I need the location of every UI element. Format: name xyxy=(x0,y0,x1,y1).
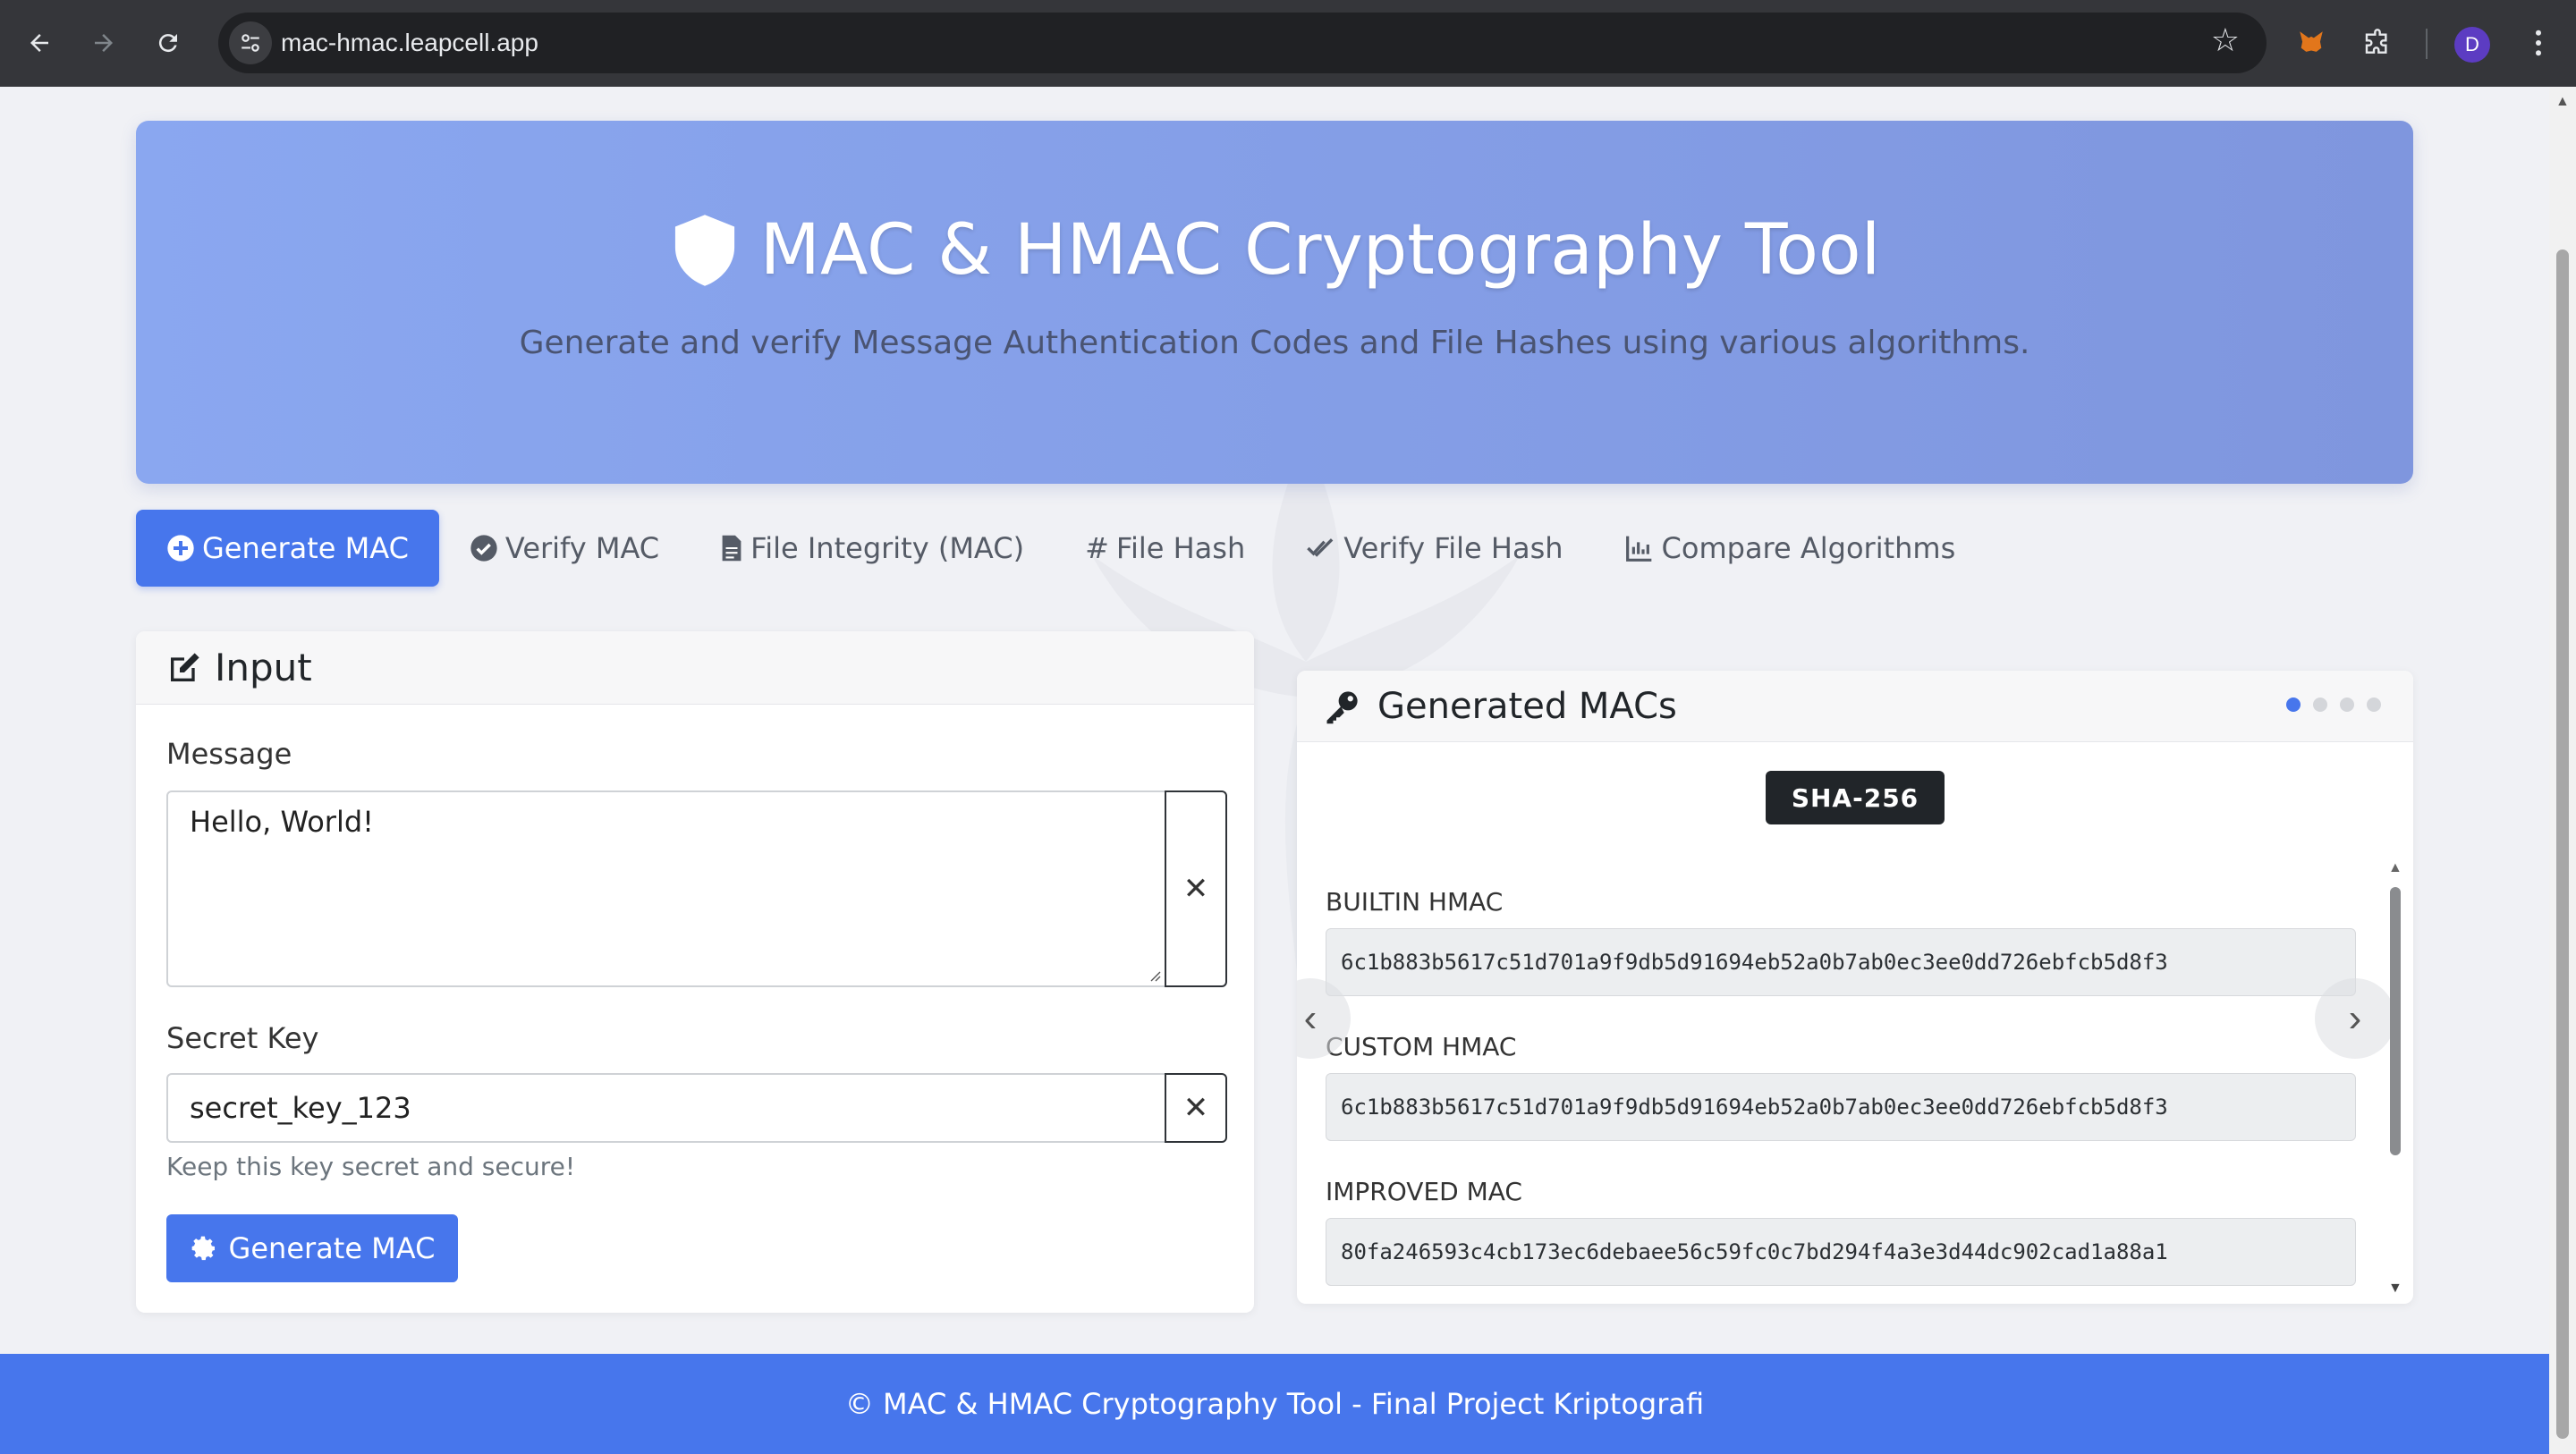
scroll-up-arrow-icon[interactable]: ▲ xyxy=(2555,94,2570,110)
secret-key-value: secret_key_123 xyxy=(190,1091,411,1125)
generated-macs-card: Generated MACs SHA-256 BUILTIN HMAC 6c1b… xyxy=(1297,671,2413,1304)
mac-result-text: 6c1b883b5617c51d701a9f9db5d91694eb52a0b7… xyxy=(1341,950,2168,975)
carousel-dot[interactable] xyxy=(2313,697,2327,712)
mac-result-value[interactable]: 6c1b883b5617c51d701a9f9db5d91694eb52a0b7… xyxy=(1326,1073,2356,1141)
toolbar-divider xyxy=(2426,29,2428,59)
address-bar[interactable]: mac-hmac.leapcell.app ☆ xyxy=(218,13,2267,73)
gear-icon xyxy=(191,1236,215,1261)
reload-icon[interactable] xyxy=(147,21,190,64)
tab-label: Generate MAC xyxy=(202,531,409,565)
plus-circle-icon xyxy=(167,535,194,562)
carousel-dot[interactable] xyxy=(2286,697,2301,712)
page-scrollbar[interactable]: ▲ xyxy=(2549,87,2576,1454)
page-subtitle: Generate and verify Message Authenticati… xyxy=(519,325,2030,361)
browser-toolbar: mac-hmac.leapcell.app ☆ D xyxy=(0,0,2576,87)
carousel-dot[interactable] xyxy=(2367,697,2381,712)
hero-banner: MAC & HMAC Cryptography Tool Generate an… xyxy=(136,121,2413,484)
forward-arrow-icon[interactable] xyxy=(82,21,125,64)
mac-result-label: IMPROVED MAC xyxy=(1326,1177,1522,1206)
secret-key-hint: Keep this key secret and secure! xyxy=(166,1152,576,1181)
results-scrollbar[interactable]: ▲ ▼ xyxy=(2386,860,2404,1297)
message-label: Message xyxy=(166,737,292,771)
bookmark-star-icon[interactable]: ☆ xyxy=(2211,21,2240,59)
carousel-dot[interactable] xyxy=(2340,697,2354,712)
message-textarea[interactable]: Hello, World! xyxy=(166,790,1166,987)
metamask-fox-icon[interactable] xyxy=(2292,23,2331,63)
tab-label: Compare Algorithms xyxy=(1661,531,1956,565)
message-value: Hello, World! xyxy=(190,805,374,839)
mac-result-value[interactable]: 80fa246593c4cb173ec6debaee56c59fc0c7bd29… xyxy=(1326,1218,2356,1286)
double-check-icon xyxy=(1307,538,1334,557)
chevron-right-icon: › xyxy=(2348,996,2362,1040)
tab-label: Verify MAC xyxy=(504,531,660,565)
edit-icon xyxy=(171,652,199,681)
mac-result-label: BUILTIN HMAC xyxy=(1326,887,1504,917)
chevron-left-icon: ‹ xyxy=(1303,996,1318,1040)
resize-handle-icon[interactable] xyxy=(1148,969,1161,982)
clear-message-button[interactable]: ✕ xyxy=(1165,790,1227,987)
browser-menu-icon[interactable] xyxy=(2519,23,2558,63)
back-arrow-icon[interactable] xyxy=(18,21,61,64)
close-icon: ✕ xyxy=(1182,1091,1209,1125)
site-settings-icon[interactable] xyxy=(229,21,272,64)
chart-icon xyxy=(1625,536,1651,562)
mac-result-text: 6c1b883b5617c51d701a9f9db5d91694eb52a0b7… xyxy=(1341,1095,2168,1120)
url-text: mac-hmac.leapcell.app xyxy=(281,29,538,56)
carousel-next-button[interactable]: › xyxy=(2315,978,2395,1059)
tab-label: File Hash xyxy=(1115,531,1246,565)
footer-text: © MAC & HMAC Cryptography Tool - Final P… xyxy=(844,1387,1705,1421)
tab-verify-file-hash[interactable]: Verify File Hash xyxy=(1275,510,1593,587)
close-icon: ✕ xyxy=(1182,872,1209,906)
extensions-puzzle-icon[interactable] xyxy=(2358,23,2397,63)
input-card: Input Message Hello, World! ✕ Secret Key… xyxy=(136,631,1254,1313)
algorithm-badge: SHA-256 xyxy=(1766,771,1945,824)
generated-macs-header: Generated MACs xyxy=(1297,671,2413,742)
check-circle-icon xyxy=(470,535,497,562)
generate-mac-button[interactable]: Generate MAC xyxy=(166,1214,458,1282)
generate-mac-button-label: Generate MAC xyxy=(228,1231,436,1265)
tool-tabs: Generate MAC Verify MAC File Integrity (… xyxy=(136,510,1986,587)
results-scrollbar-thumb[interactable] xyxy=(2390,887,2401,1155)
mac-result-label: CUSTOM HMAC xyxy=(1326,1032,1517,1061)
page-footer: © MAC & HMAC Cryptography Tool - Final P… xyxy=(0,1354,2549,1454)
tab-label: Verify File Hash xyxy=(1343,531,1563,565)
mac-result-text: 80fa246593c4cb173ec6debaee56c59fc0c7bd29… xyxy=(1341,1239,2168,1264)
tab-file-hash[interactable]: # File Hash xyxy=(1055,510,1275,587)
hash-icon: # xyxy=(1085,531,1109,565)
tab-generate-mac[interactable]: Generate MAC xyxy=(136,510,439,587)
page-scrollbar-thumb[interactable] xyxy=(2556,249,2569,1439)
page-title: MAC & HMAC Cryptography Tool xyxy=(759,210,1881,291)
secret-key-input[interactable]: secret_key_123 xyxy=(166,1073,1166,1143)
clear-secret-key-button[interactable]: ✕ xyxy=(1165,1073,1227,1143)
key-icon xyxy=(1326,690,1358,723)
secret-key-label: Secret Key xyxy=(166,1021,319,1055)
tab-verify-mac[interactable]: Verify MAC xyxy=(439,510,690,587)
carousel-indicators xyxy=(2286,697,2381,712)
file-icon xyxy=(722,535,741,562)
tab-label: File Integrity (MAC) xyxy=(750,531,1025,565)
tab-file-integrity[interactable]: File Integrity (MAC) xyxy=(690,510,1055,587)
generated-macs-title: Generated MACs xyxy=(1377,685,1677,727)
scroll-down-arrow-icon[interactable]: ▼ xyxy=(2388,1281,2402,1297)
mac-result-value[interactable]: 6c1b883b5617c51d701a9f9db5d91694eb52a0b7… xyxy=(1326,928,2356,996)
profile-avatar[interactable]: D xyxy=(2454,27,2490,63)
input-card-title: Input xyxy=(215,646,312,689)
tab-compare-algorithms[interactable]: Compare Algorithms xyxy=(1594,510,1987,587)
shield-icon xyxy=(674,215,734,286)
input-card-header: Input xyxy=(136,631,1254,705)
scroll-up-arrow-icon[interactable]: ▲ xyxy=(2388,860,2402,876)
